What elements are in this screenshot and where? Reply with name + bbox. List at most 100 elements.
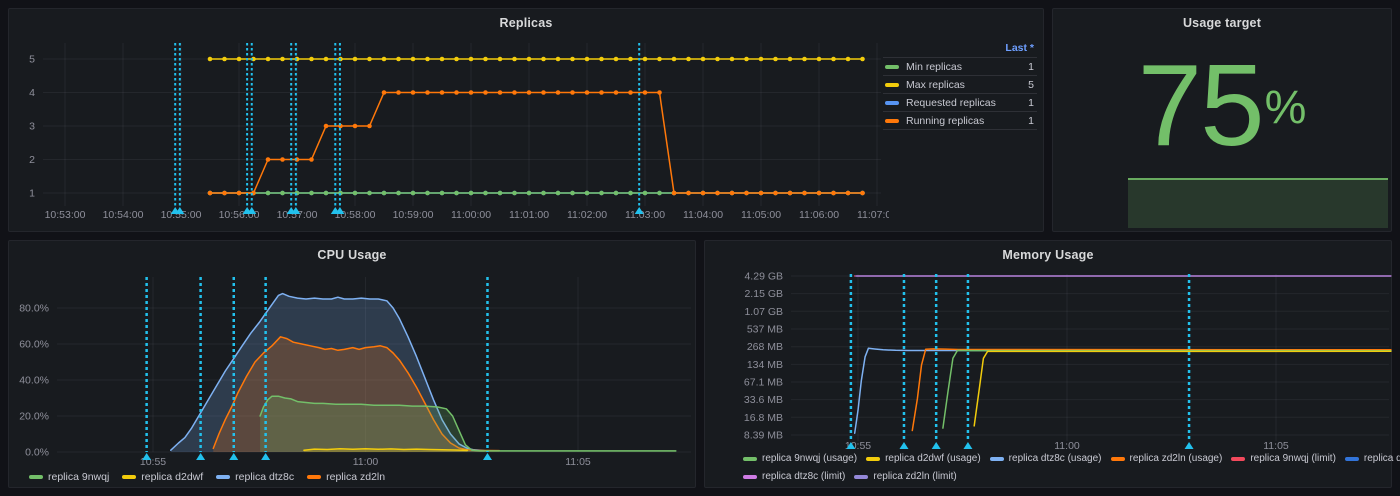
svg-text:4.29 GB: 4.29 GB (744, 270, 783, 282)
legend-item-replica-9nwqj-usage-[interactable]: replica 9nwqj (usage) (743, 453, 857, 464)
series-label: replica 9nwqj (limit) (1250, 453, 1336, 464)
legend-row-running-replicas[interactable]: Running replicas1 (883, 111, 1037, 130)
series-label: replica d2dwf (limit) (1364, 453, 1400, 464)
series-color-swatch (29, 475, 43, 479)
legend-item-replica-zd2ln-limit-[interactable]: replica zd2ln (limit) (854, 471, 956, 482)
series-color-swatch (866, 457, 880, 461)
legend-item-replica-9nwqj-limit-[interactable]: replica 9nwqj (limit) (1231, 453, 1336, 464)
svg-text:11:00:00: 11:00:00 (451, 209, 491, 221)
svg-text:1.07 GB: 1.07 GB (744, 306, 783, 318)
svg-text:5: 5 (29, 54, 35, 66)
cpu-usage-panel: CPU Usage 0.0%20.0%40.0%60.0%80.0%10:551… (8, 240, 696, 488)
series-label: replica dtz8c (limit) (762, 471, 845, 482)
svg-text:11:07:00: 11:07:00 (857, 209, 889, 221)
legend-row-max-replicas[interactable]: Max replicas5 (883, 75, 1037, 93)
series-label: replica zd2ln (usage) (1130, 453, 1223, 464)
series-label: replica 9nwqj (usage) (762, 453, 857, 464)
series-color-swatch (1345, 457, 1359, 461)
series-label: Max replicas (906, 79, 1028, 91)
series-label: replica dtz8c (usage) (1009, 453, 1102, 464)
svg-text:33.6 MB: 33.6 MB (744, 394, 783, 406)
series-color-swatch (885, 119, 899, 123)
svg-text:2: 2 (29, 154, 35, 166)
series-label: Requested replicas (906, 97, 1028, 109)
usage-target-unit: % (1265, 79, 1307, 134)
memory-usage-chart[interactable]: 8.39 MB 16.8 MB 33.6 MB 67.1 MB 134 MB 268 MB… (705, 269, 1393, 453)
legend-item-replica-zd2ln-usage-[interactable]: replica zd2ln (usage) (1111, 453, 1223, 464)
legend-item-replica-dtz8c[interactable]: replica dtz8c (216, 471, 294, 483)
svg-text:16.8 MB: 16.8 MB (744, 412, 783, 424)
svg-text:67.1 MB: 67.1 MB (744, 376, 783, 388)
svg-text:134 MB: 134 MB (747, 359, 783, 371)
series-last-value: 5 (1028, 79, 1034, 91)
series-last-value: 1 (1028, 115, 1034, 127)
usage-target-bar (1128, 178, 1388, 228)
svg-text:11:00: 11:00 (353, 456, 379, 468)
svg-text:3: 3 (29, 121, 35, 133)
legend-item-replica-dtz8c-limit-[interactable]: replica dtz8c (limit) (743, 471, 845, 482)
series-last-value: 1 (1028, 97, 1034, 109)
series-label: replica d2dwf (usage) (885, 453, 981, 464)
series-color-swatch (990, 457, 1004, 461)
series-color-swatch (743, 457, 757, 461)
series-color-swatch (885, 101, 899, 105)
series-label: Min replicas (906, 61, 1028, 73)
series-label: Running replicas (906, 115, 1028, 127)
series-label: replica zd2ln (326, 471, 385, 483)
svg-text:0.0%: 0.0% (25, 447, 49, 459)
cpu-usage-panel-title[interactable]: CPU Usage (9, 241, 695, 269)
svg-text:10:53:00: 10:53:00 (45, 209, 86, 221)
series-color-swatch (1111, 457, 1125, 461)
usage-target-value: 75 % (1053, 35, 1391, 177)
legend-item-replica-dtz8c-usage-[interactable]: replica dtz8c (usage) (990, 453, 1102, 464)
svg-text:11:03:00: 11:03:00 (625, 209, 665, 221)
svg-text:11:02:00: 11:02:00 (567, 209, 607, 221)
replicas-panel: Replicas 1234510:53:0010:54:0010:55:0010… (8, 8, 1044, 232)
series-label: replica zd2ln (limit) (873, 471, 956, 482)
series-label: replica d2dwf (141, 471, 203, 483)
usage-target-number: 75 (1138, 56, 1263, 156)
series-color-swatch (885, 65, 899, 69)
legend-item-replica-d2dwf-limit-[interactable]: replica d2dwf (limit) (1345, 453, 1400, 464)
series-color-swatch (743, 475, 757, 479)
svg-text:4: 4 (29, 87, 35, 99)
series-color-swatch (307, 475, 321, 479)
svg-text:10:59:00: 10:59:00 (393, 209, 434, 221)
usage-target-panel-title[interactable]: Usage target (1053, 9, 1391, 37)
replicas-panel-title[interactable]: Replicas (9, 9, 1043, 37)
svg-text:10:54:00: 10:54:00 (103, 209, 144, 221)
replicas-legend-table: Last * Min replicas1Max replicas5Request… (883, 41, 1037, 130)
legend-row-min-replicas[interactable]: Min replicas1 (883, 57, 1037, 75)
svg-text:1: 1 (29, 188, 35, 200)
svg-text:60.0%: 60.0% (19, 339, 49, 351)
series-color-swatch (885, 83, 899, 87)
cpu-usage-chart[interactable]: 0.0%20.0%40.0%60.0%80.0%10:5511:0011:05 (9, 269, 697, 471)
svg-text:2.15 GB: 2.15 GB (744, 288, 783, 300)
series-color-swatch (216, 475, 230, 479)
legend-item-replica-zd2ln[interactable]: replica zd2ln (307, 471, 385, 483)
legend-item-replica-d2dwf-usage-[interactable]: replica d2dwf (usage) (866, 453, 981, 464)
legend-row-requested-replicas[interactable]: Requested replicas1 (883, 93, 1037, 111)
series-label: replica 9nwqj (48, 471, 109, 483)
svg-text:11:01:00: 11:01:00 (509, 209, 549, 221)
usage-target-panel: Usage target 75 % (1052, 8, 1392, 232)
svg-text:8.39 MB: 8.39 MB (744, 430, 783, 442)
series-color-swatch (1231, 457, 1245, 461)
svg-text:537 MB: 537 MB (747, 323, 783, 335)
grafana-dashboard: { "theme": { "page_bg": "#111217", "pane… (0, 0, 1400, 496)
svg-text:20.0%: 20.0% (19, 411, 49, 423)
series-color-swatch (854, 475, 868, 479)
memory-usage-legend: replica 9nwqj (usage) replica d2dwf (usag… (743, 450, 1389, 485)
replicas-chart[interactable]: 1234510:53:0010:54:0010:55:0010:56:0010:… (9, 37, 889, 233)
cpu-usage-legend: replica 9nwqj replica d2dwf replica dtz8c r… (29, 471, 691, 483)
memory-usage-panel-title[interactable]: Memory Usage (705, 241, 1391, 269)
svg-text:11:05:00: 11:05:00 (741, 209, 781, 221)
svg-text:268 MB: 268 MB (747, 341, 783, 353)
series-color-swatch (122, 475, 136, 479)
legend-last-header[interactable]: Last * (883, 41, 1037, 57)
svg-text:11:06:00: 11:06:00 (799, 209, 839, 221)
legend-item-replica-d2dwf[interactable]: replica d2dwf (122, 471, 203, 483)
legend-item-replica-9nwqj[interactable]: replica 9nwqj (29, 471, 109, 483)
svg-text:11:04:00: 11:04:00 (683, 209, 723, 221)
series-last-value: 1 (1028, 61, 1034, 73)
